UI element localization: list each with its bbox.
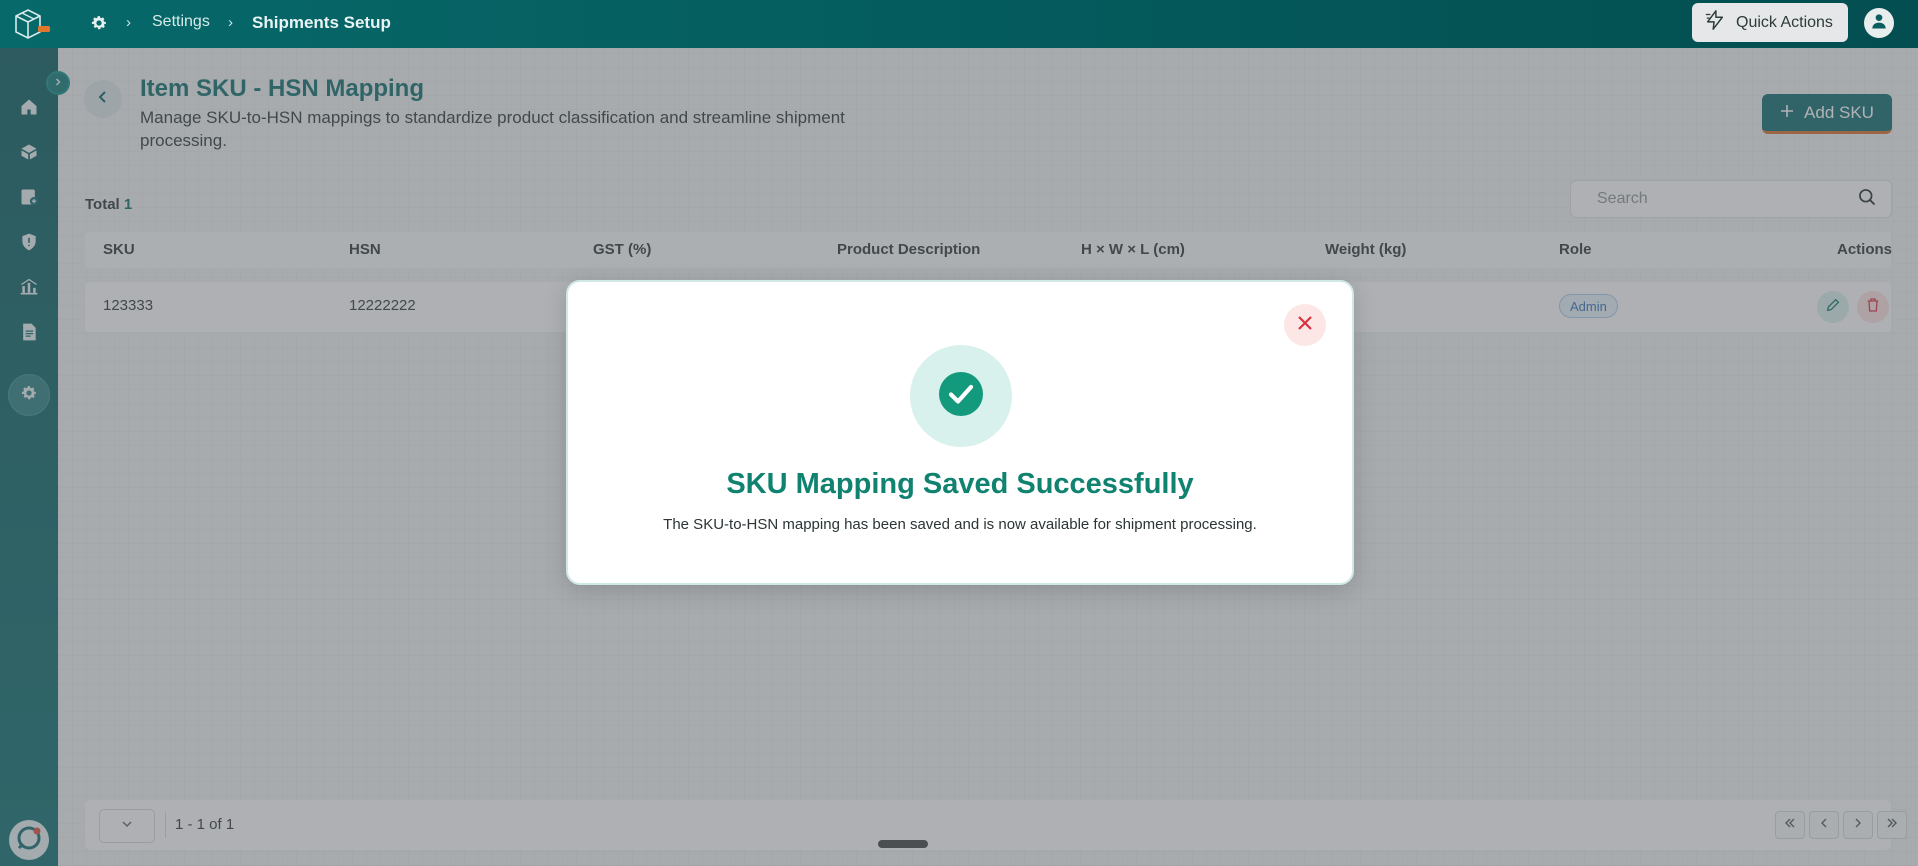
breadcrumb-shipments-setup: Shipments Setup bbox=[252, 13, 391, 32]
quick-actions-button[interactable]: Quick Actions bbox=[1692, 3, 1848, 42]
scroll-handle[interactable] bbox=[878, 840, 928, 848]
top-bar: › Settings › Shipments Setup Quick Actio… bbox=[0, 0, 1918, 48]
modal-message: The SKU-to-HSN mapping has been saved an… bbox=[663, 516, 1257, 533]
breadcrumb-separator: › bbox=[228, 14, 233, 31]
user-icon bbox=[1869, 11, 1889, 36]
check-circle-icon bbox=[938, 371, 984, 422]
close-icon bbox=[1297, 315, 1313, 336]
lightning-icon bbox=[1704, 9, 1726, 36]
close-modal-button[interactable] bbox=[1284, 304, 1326, 346]
quick-actions-label: Quick Actions bbox=[1736, 13, 1833, 31]
breadcrumb-separator: › bbox=[126, 14, 131, 31]
modal-title: SKU Mapping Saved Successfully bbox=[726, 468, 1194, 500]
settings-gear-icon[interactable] bbox=[90, 14, 108, 32]
success-check-halo bbox=[910, 345, 1012, 447]
app-logo-icon[interactable] bbox=[12, 6, 52, 42]
user-avatar[interactable] bbox=[1864, 8, 1894, 38]
breadcrumb-settings[interactable]: Settings bbox=[152, 13, 210, 31]
success-modal: SKU Mapping Saved Successfully The SKU-t… bbox=[566, 280, 1354, 585]
